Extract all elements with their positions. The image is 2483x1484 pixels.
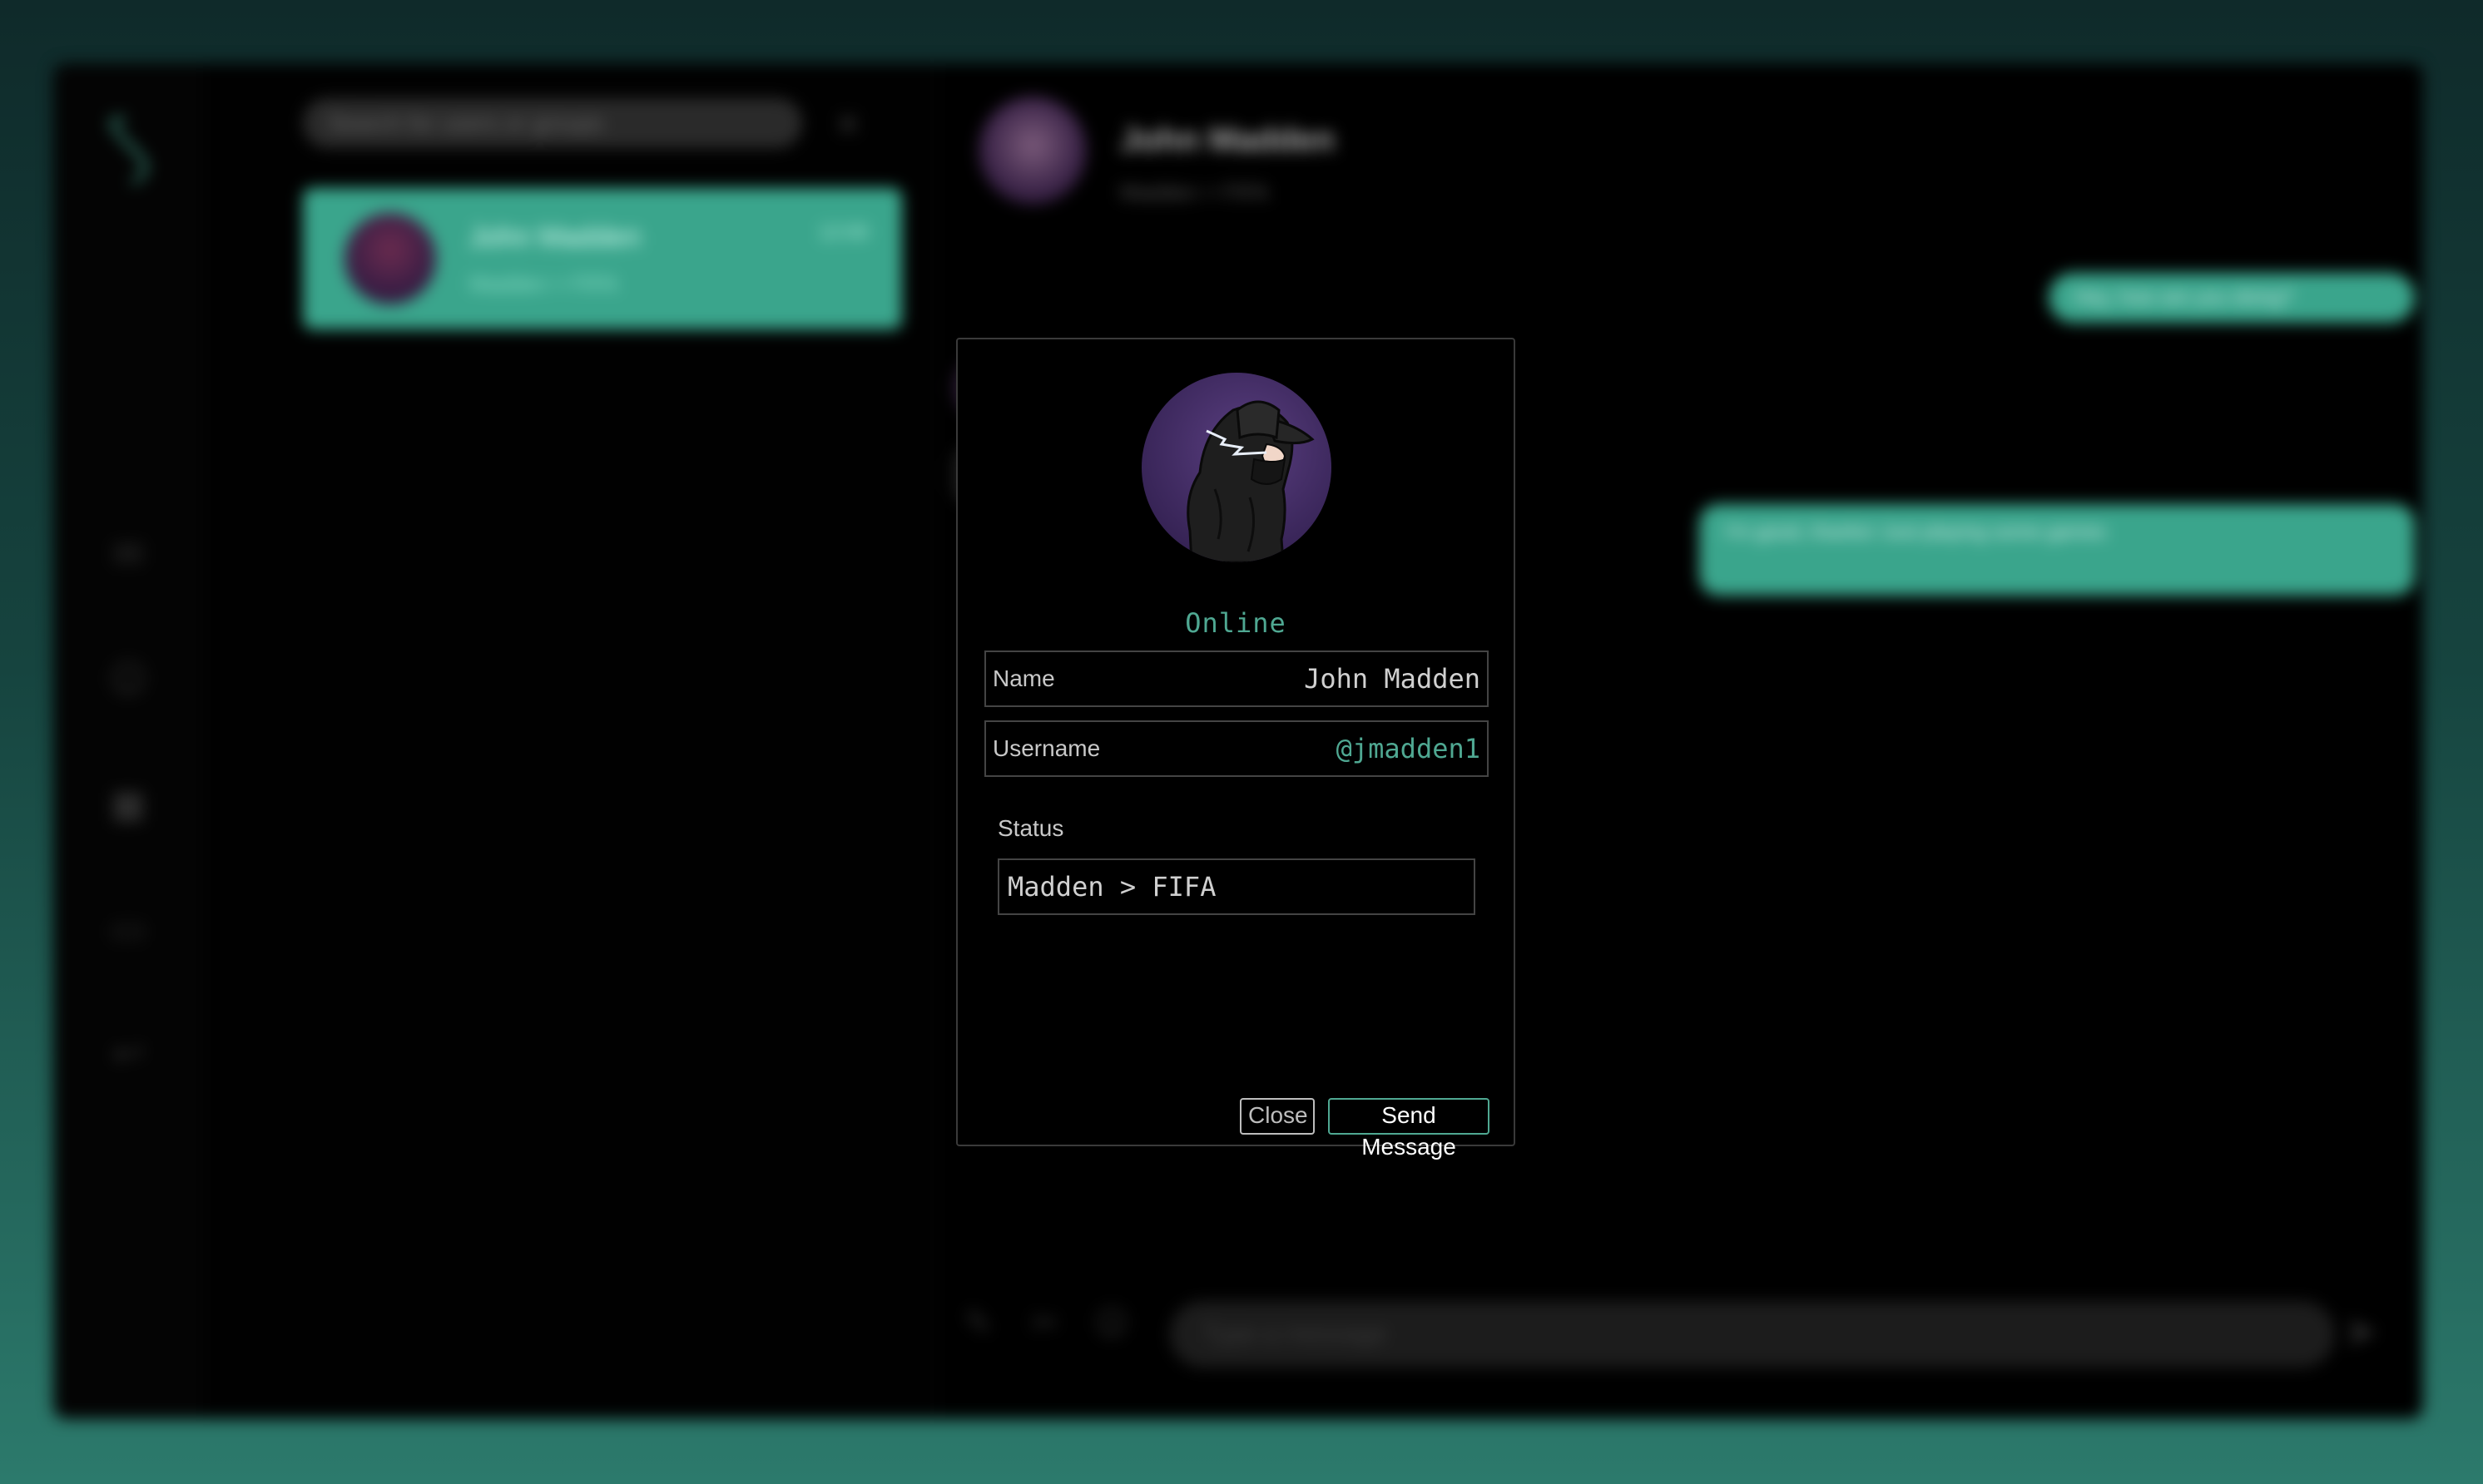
username-value: @jmadden1	[1336, 733, 1480, 764]
search-input[interactable]: Search for users or groups	[303, 98, 802, 148]
chat-header-name: John Madden	[1120, 121, 1335, 158]
logo-icon: ⟆	[96, 100, 160, 192]
username-field: Username @jmadden1	[984, 720, 1489, 777]
chat-item-preview: Madden > FIFA	[469, 271, 618, 296]
name-field: Name John Madden	[984, 650, 1489, 707]
profile-modal: Online Name John Madden Username @jmadde…	[956, 338, 1515, 1160]
send-message-button[interactable]: Send Message	[1328, 1098, 1489, 1160]
chat-list-item[interactable]: John Madden Madden > FIFA 12:00	[303, 188, 902, 329]
send-icon[interactable]: ➤	[2332, 1303, 2390, 1361]
chat-item-name: John Madden	[469, 221, 642, 253]
presence-status: Online	[1185, 607, 1286, 639]
close-icon[interactable]: ×	[823, 98, 873, 148]
avatar[interactable]	[979, 96, 1087, 205]
chat-item-time: 12:00	[818, 221, 869, 244]
navigation-sidebar: ⟆ ✉ ☺ ■ ▭ ↩	[53, 63, 203, 1419]
user-avatar	[1142, 373, 1331, 562]
name-label: Name	[993, 665, 1055, 691]
emoji-icon[interactable]: ☺	[1087, 1298, 1137, 1348]
settings-icon[interactable]: ■	[103, 779, 153, 829]
message-bubble-outgoing: I'm good, thanks! Just playing some game…	[1699, 504, 2415, 596]
chat-list-panel: Search for users or groups × John Madden…	[203, 63, 937, 1419]
close-button[interactable]: Close	[1240, 1098, 1315, 1135]
logout-icon[interactable]: ↩	[103, 1028, 153, 1078]
status-label: Status	[998, 815, 1064, 841]
image-icon[interactable]: ✂	[1020, 1298, 1070, 1348]
name-value: John Madden	[1304, 663, 1480, 695]
username-label: Username	[993, 735, 1101, 761]
folder-icon[interactable]: ▭	[103, 903, 153, 953]
chat-header-status: Madden > FIFA	[1120, 180, 1269, 205]
hooded-figure-illustration	[1187, 400, 1315, 562]
avatar	[344, 213, 436, 304]
message-input[interactable]: Type a message	[1170, 1301, 2335, 1368]
status-input[interactable]	[998, 858, 1475, 915]
users-icon[interactable]: ☺	[103, 654, 153, 704]
chat-icon[interactable]: ✉	[103, 529, 153, 579]
attach-icon[interactable]: ✎	[954, 1298, 1004, 1348]
message-bubble-outgoing: Hey, how are you doing?	[2049, 273, 2415, 323]
